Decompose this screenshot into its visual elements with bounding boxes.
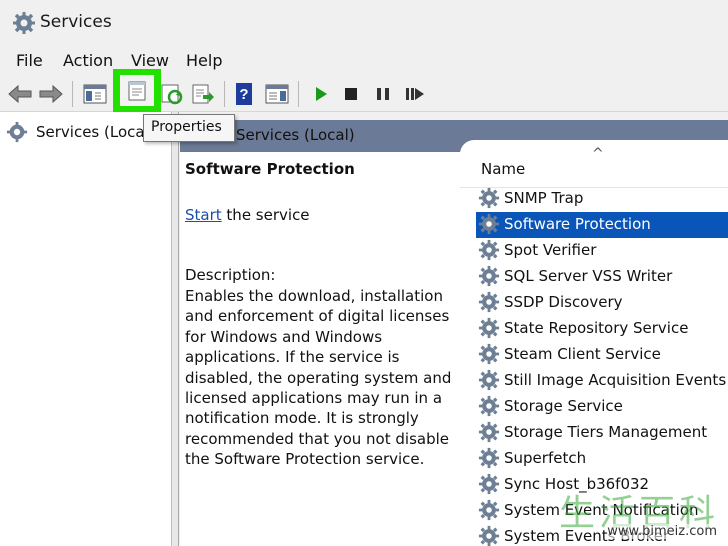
service-row[interactable]: SSDP Discovery [476, 290, 728, 316]
service-row[interactable]: SQL Server VSS Writer [476, 264, 728, 290]
service-gear-icon [478, 395, 500, 417]
menu-view[interactable]: View [131, 51, 169, 70]
tree-item-services-local[interactable]: Services (Local) [6, 120, 155, 144]
services-gear-icon [6, 121, 28, 143]
tree-item-label: Services (Local) [36, 123, 155, 141]
watermark: 生活百科 www.bimeiz.com [525, 484, 725, 544]
service-gear-icon [478, 447, 500, 469]
service-name: Software Protection [504, 215, 651, 233]
services-gear-icon [13, 12, 35, 34]
show-hide-console-tree-button[interactable] [80, 79, 110, 109]
service-name: Storage Tiers Management [504, 423, 708, 441]
properties-icon [128, 81, 146, 100]
column-header-name[interactable]: ^ Name [460, 140, 728, 188]
properties-button-highlight [113, 69, 161, 112]
service-gear-icon [478, 343, 500, 365]
service-gear-icon [478, 239, 500, 261]
service-row[interactable]: Storage Service [476, 394, 728, 420]
menu-action[interactable]: Action [63, 51, 113, 70]
column-name-label: Name [481, 160, 526, 178]
service-details: Software Protection Start the service De… [180, 152, 470, 546]
service-name: SSDP Discovery [504, 293, 623, 311]
service-row[interactable]: Spot Verifier [476, 238, 728, 264]
service-name: Steam Client Service [504, 345, 661, 363]
service-name: State Repository Service [504, 319, 689, 337]
tooltip-text: Properties [151, 119, 222, 135]
description-label: Description: [185, 266, 276, 284]
service-gear-icon [478, 187, 500, 209]
pane-header-title: Services (Local) [236, 126, 355, 144]
start-service-suffix: the service [221, 206, 310, 224]
service-row[interactable]: Software Protection [476, 212, 728, 238]
service-gear-icon [478, 499, 500, 521]
service-name: SQL Server VSS Writer [504, 267, 673, 285]
service-name: Spot Verifier [504, 241, 597, 259]
service-name: Still Image Acquisition Events [504, 371, 727, 389]
service-name: Superfetch [504, 449, 587, 467]
services-window: Services File Action View Help ? Service… [0, 0, 728, 546]
service-row[interactable]: Storage Tiers Management [476, 420, 728, 446]
service-gear-icon [478, 421, 500, 443]
service-row[interactable]: State Repository Service [476, 316, 728, 342]
service-name-heading: Software Protection [185, 160, 355, 178]
service-gear-icon [478, 369, 500, 391]
toolbar [0, 76, 728, 112]
start-service-line: Start the service [185, 206, 310, 224]
title-bar: Services [0, 0, 728, 46]
start-service-link[interactable]: Start [185, 206, 222, 224]
show-hide-console-tree-icon [83, 84, 107, 104]
back-arrow-icon [8, 84, 32, 104]
menu-help[interactable]: Help [186, 51, 222, 70]
pane-splitter[interactable] [172, 112, 179, 546]
description-text: Enables the download, installation and e… [185, 287, 452, 469]
menu-file[interactable]: File [16, 51, 43, 70]
service-row[interactable]: Steam Client Service [476, 342, 728, 368]
toolbar-separator [72, 81, 73, 107]
window-title: Services [40, 12, 112, 32]
service-row[interactable]: SNMP Trap [476, 186, 728, 212]
menu-bar: File Action View Help [0, 46, 728, 76]
properties-button[interactable] [120, 75, 154, 106]
service-row[interactable]: Superfetch [476, 446, 728, 472]
watermark-url: www.bimeiz.com [607, 524, 717, 539]
service-row[interactable]: Still Image Acquisition Events [476, 368, 728, 394]
service-gear-icon [478, 317, 500, 339]
service-gear-icon [478, 291, 500, 313]
forward-button[interactable] [36, 79, 66, 109]
service-gear-icon [478, 265, 500, 287]
service-gear-icon [478, 473, 500, 495]
properties-tooltip: Properties [143, 114, 235, 142]
service-name: SNMP Trap [504, 189, 584, 207]
console-tree: Services (Local) [0, 112, 172, 546]
sort-ascending-icon: ^ [592, 146, 604, 162]
service-gear-icon [478, 213, 500, 235]
service-gear-icon [478, 525, 500, 546]
forward-arrow-icon [39, 84, 63, 104]
service-name: Storage Service [504, 397, 623, 415]
back-button[interactable] [5, 79, 35, 109]
